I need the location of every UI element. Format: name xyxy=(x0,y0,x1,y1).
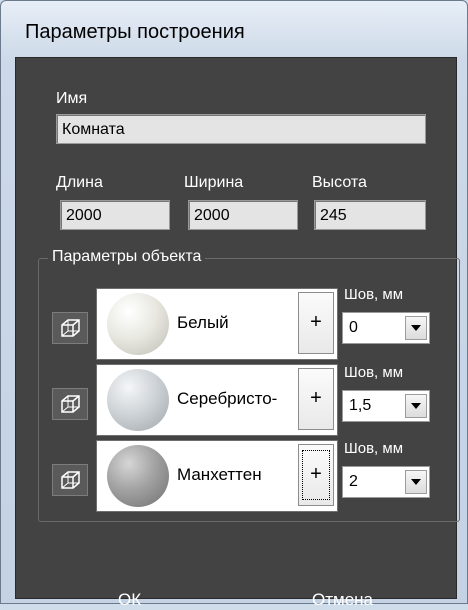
name-label: Имя xyxy=(56,90,88,107)
cube-icon-graphic xyxy=(61,471,80,489)
add-material-button-1[interactable]: + xyxy=(298,368,334,430)
dialog-body: Имя Комната Длина 2000 Ширина 2000 Высот… xyxy=(15,57,460,609)
dialog-window: Параметры построения Имя Комната Длина 2… xyxy=(0,0,468,609)
seam-value-1: 1,5 xyxy=(349,397,372,414)
seam-label-2: Шов, мм xyxy=(344,440,404,457)
cube-icon[interactable] xyxy=(52,464,88,496)
height-input[interactable]: 245 xyxy=(314,200,426,230)
cube-icon-graphic xyxy=(61,319,80,337)
material-card-1[interactable]: Серебристо- + xyxy=(96,364,338,436)
material-name-0: Белый xyxy=(177,313,229,332)
chevron-down-icon[interactable] xyxy=(405,470,427,494)
length-label: Длина xyxy=(56,174,103,191)
cube-icon[interactable] xyxy=(52,312,88,344)
material-name-1: Серебристо- xyxy=(177,389,278,408)
add-material-button-0[interactable]: + xyxy=(298,292,334,354)
seam-select-1[interactable]: 1,5 xyxy=(342,390,430,422)
cancel-button[interactable]: Отмена xyxy=(312,590,373,610)
seam-select-0[interactable]: 0 xyxy=(342,312,430,344)
add-material-button-2[interactable]: + xyxy=(298,444,334,506)
chevron-down-icon[interactable] xyxy=(405,394,427,418)
seam-select-2[interactable]: 2 xyxy=(342,466,430,498)
seam-label-1: Шов, мм xyxy=(344,364,404,381)
material-sphere-0 xyxy=(107,293,169,355)
material-sphere-2 xyxy=(107,445,169,507)
object-params-title: Параметры объекта xyxy=(48,248,206,266)
height-label: Высота xyxy=(312,174,367,191)
title-bar[interactable]: Параметры построения xyxy=(1,1,467,55)
name-input[interactable]: Комната xyxy=(56,114,426,144)
ok-button[interactable]: ОК xyxy=(118,590,141,610)
window-title: Параметры построения xyxy=(25,21,245,43)
width-label: Ширина xyxy=(184,174,244,191)
chevron-down-icon[interactable] xyxy=(405,316,427,340)
material-card-2[interactable]: Манхеттен + xyxy=(96,440,338,512)
material-name-2: Манхеттен xyxy=(177,465,262,484)
seam-value-0: 0 xyxy=(349,319,358,336)
material-sphere-1 xyxy=(107,369,169,431)
seam-label-0: Шов, мм xyxy=(344,286,404,303)
cube-icon-graphic xyxy=(61,395,80,413)
seam-value-2: 2 xyxy=(349,473,358,490)
cube-icon[interactable] xyxy=(52,388,88,420)
width-input[interactable]: 2000 xyxy=(188,200,298,230)
length-input[interactable]: 2000 xyxy=(60,200,170,230)
material-card-0[interactable]: Белый + xyxy=(96,288,338,360)
